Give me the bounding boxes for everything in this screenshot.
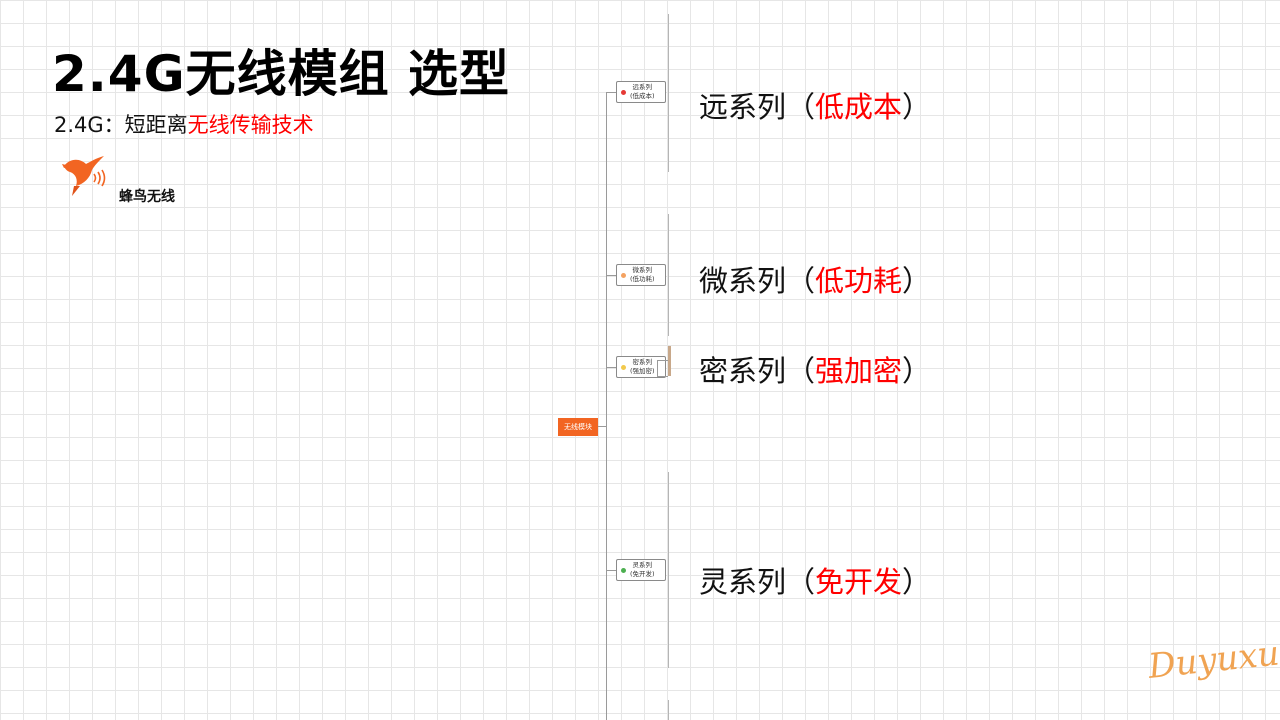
series-label-ling: 灵系列（免开发）: [699, 565, 932, 599]
node-subtitle: (强加密): [630, 367, 655, 375]
hummingbird-icon: [62, 156, 106, 196]
subtitle-prefix: 2.4G：短距离: [54, 113, 188, 137]
node-title: 微系列: [632, 266, 653, 274]
branch-line-1: [606, 92, 616, 93]
page-title: 2.4G无线模组 选型: [52, 45, 511, 103]
branch-line-2: [606, 275, 616, 276]
subtitle-highlight: 无线传输技术: [187, 113, 314, 137]
child-bracket-4: [668, 472, 669, 668]
child-bracket-5: [668, 700, 669, 720]
series-label-yuan: 远系列（低成本）: [699, 90, 932, 124]
status-dot: [621, 364, 626, 370]
branch-line-3: [606, 367, 616, 368]
status-dot: [621, 567, 626, 573]
series-label-wei: 微系列（低功耗）: [699, 264, 932, 298]
root-connector: [598, 426, 606, 427]
page-subtitle: 2.4G：短距离无线传输技术: [54, 109, 314, 139]
child-bracket-2: [668, 214, 669, 336]
child-bracket-3: [668, 346, 671, 376]
brand-name: 蜂鸟无线: [119, 189, 175, 205]
branch-line-4: [606, 570, 616, 571]
status-dot: [621, 272, 626, 278]
mindmap-node-yuan[interactable]: 远系列 (低成本): [616, 81, 666, 103]
node-subtitle: (低功耗): [630, 275, 655, 283]
node-title: 密系列: [632, 358, 653, 366]
node-title: 远系列: [632, 83, 653, 91]
mindmap-root-node[interactable]: 无线模块: [558, 418, 598, 436]
node-title: 灵系列: [632, 561, 653, 569]
series-label-mi: 密系列（强加密）: [699, 354, 932, 388]
node-connector: [657, 360, 668, 361]
node-subtitle: (低成本): [630, 92, 655, 100]
mindmap-node-wei[interactable]: 微系列 (低功耗): [616, 264, 666, 286]
child-bracket-1: [668, 14, 669, 172]
node-connector: [657, 376, 668, 377]
author-signature: Duyuxuan: [1146, 629, 1280, 687]
node-subtitle: (免开发): [630, 570, 655, 578]
node-connector: [657, 360, 658, 376]
mindmap-node-ling[interactable]: 灵系列 (免开发): [616, 559, 666, 581]
trunk-line: [606, 92, 607, 720]
status-dot: [621, 89, 626, 95]
